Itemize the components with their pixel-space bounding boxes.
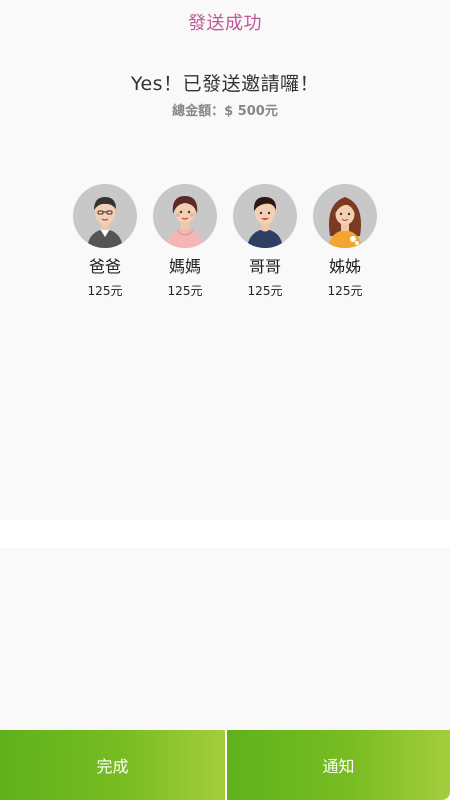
notify-button[interactable]: 通知 (227, 730, 450, 800)
success-message: Yes！已發送邀請囉！ (130, 73, 320, 95)
member-name: 爸爸 (88, 257, 121, 276)
member-amount: 125元 (327, 284, 363, 298)
brother-avatar (233, 184, 297, 248)
done-button[interactable]: 完成 (0, 730, 225, 800)
member-name: 姊姊 (328, 257, 361, 276)
member-amount: 125元 (167, 284, 203, 298)
family-member-brother: 哥哥 125元 (226, 184, 304, 299)
member-name: 哥哥 (248, 257, 281, 276)
page-title: 發送成功 (188, 13, 262, 34)
result-card: 發送成功 Yes！已發送邀請囉！ 總金額：$ 500元 爸爸 125元 媽媽 1… (0, 0, 450, 520)
sister-avatar (313, 184, 377, 248)
member-amount: 125元 (87, 284, 123, 298)
action-bar: 完成 通知 (0, 730, 450, 800)
member-amount: 125元 (247, 284, 283, 298)
family-member-list: 爸爸 125元 媽媽 125元 哥哥 125元 姊姊 125元 (66, 184, 384, 299)
member-name: 媽媽 (168, 257, 201, 276)
family-member-mother: 媽媽 125元 (146, 184, 224, 299)
empty-panel (0, 548, 450, 730)
total-amount: 總金額：$ 500元 (172, 104, 278, 119)
family-member-father: 爸爸 125元 (66, 184, 144, 299)
family-member-sister: 姊姊 125元 (306, 184, 384, 299)
father-avatar (73, 184, 137, 248)
mother-avatar (153, 184, 217, 248)
